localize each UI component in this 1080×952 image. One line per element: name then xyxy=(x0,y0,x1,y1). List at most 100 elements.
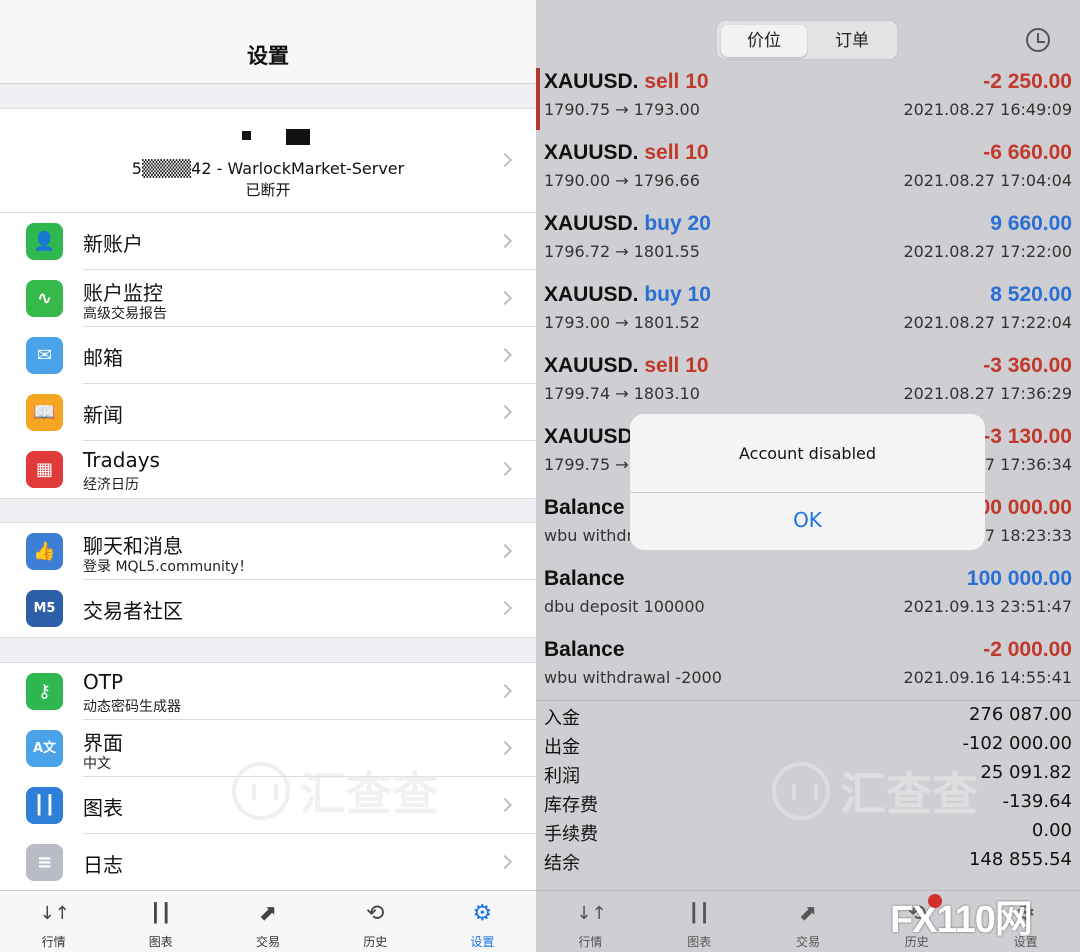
settings-screen: 设置 5▒▒▒▒42 - WarlockMarket-Server 已断开 👤 新… xyxy=(0,0,536,952)
deal-profit: -6 660.00 xyxy=(983,141,1072,164)
logo-dot xyxy=(928,894,942,908)
summary-label: 结余 xyxy=(544,853,580,874)
settings-icon: ⚙ xyxy=(472,901,493,926)
settings-item[interactable]: 👤 新账户 xyxy=(0,213,536,270)
log-icon: ≡ xyxy=(26,844,63,881)
watermark-logo-icon xyxy=(772,762,830,820)
chevron-right-icon xyxy=(497,797,513,813)
deal-row[interactable]: XAUUSD. sell 10 -2 250.00 1790.75 → 1793.0… xyxy=(536,68,1080,139)
deal-type: sell 10 xyxy=(644,70,709,93)
settings-item[interactable]: ∿ 账户监控 高级交易报告 xyxy=(0,270,536,327)
tab-quotes[interactable]: ↓↑ 行情 xyxy=(0,891,107,952)
history-icon: ⟲ xyxy=(365,901,385,926)
tab-trade[interactable]: ⬈ 交易 xyxy=(214,891,321,952)
deal-prices: dbu deposit 100000 xyxy=(544,597,705,616)
deal-prices: 1793.00 → 1801.52 xyxy=(544,313,700,332)
deal-row[interactable]: XAUUSD. sell 10 -3 360.00 1799.74 → 1803.1… xyxy=(536,352,1080,423)
chevron-right-icon xyxy=(497,404,513,420)
settings-item[interactable]: 👍 聊天和消息 登录 MQL5.community！ xyxy=(0,523,536,580)
settings-item[interactable]: M5 交易者社区 xyxy=(0,580,536,637)
deal-symbol: XAUUSD. buy 20 xyxy=(544,212,711,235)
deal-type: buy 10 xyxy=(644,283,711,306)
settings-group-2: 👍 聊天和消息 登录 MQL5.community！ M5 交易者社区 xyxy=(0,522,536,638)
segment-orders[interactable]: 订单 xyxy=(809,25,895,57)
settings-item-subtitle: 中文 xyxy=(83,756,111,772)
translate-icon: A文 xyxy=(26,730,63,767)
deal-profit: -3 360.00 xyxy=(983,354,1072,377)
deal-time: 2021.08.27 17:22:00 xyxy=(903,242,1072,261)
deal-symbol: XAUUSD. buy 10 xyxy=(544,283,711,306)
settings-item-label: 日志 xyxy=(83,853,123,877)
deal-profit: 100 000.00 xyxy=(966,567,1072,590)
deal-symbol: XAUUSD. sell 10 xyxy=(544,141,709,164)
summary-label: 出金 xyxy=(544,737,580,758)
summary-value: 0.00 xyxy=(1031,820,1072,841)
redaction-block xyxy=(286,129,310,145)
key-icon: ⚷ xyxy=(26,673,63,710)
deal-prices: 1799.75 → xyxy=(544,455,629,474)
account-row[interactable]: 5▒▒▒▒42 - WarlockMarket-Server 已断开 xyxy=(0,108,536,212)
summary-value: 276 087.00 xyxy=(968,704,1072,725)
mql5-icon: M5 xyxy=(26,590,63,627)
segmented-control: 价位 订单 xyxy=(716,20,898,60)
watermark-logo-icon xyxy=(232,762,290,820)
chevron-right-icon xyxy=(497,290,513,306)
deal-row[interactable]: XAUUSD. buy 10 8 520.00 1793.00 → 1801.52 2… xyxy=(536,281,1080,352)
deal-time: 2021.09.13 23:51:47 xyxy=(903,597,1072,616)
tab-trade[interactable]: ⬈ 交易 xyxy=(754,891,863,952)
settings-item[interactable]: ✉ 邮箱 xyxy=(0,327,536,384)
deal-profit: 9 660.00 xyxy=(990,212,1072,235)
deal-profit: -2 250.00 xyxy=(983,70,1072,93)
settings-item-label: 交易者社区 xyxy=(83,599,183,623)
summary-label: 手续费 xyxy=(544,824,598,845)
tab-settings[interactable]: ⚙ 设置 xyxy=(429,891,536,952)
tab-label: 历史 xyxy=(363,935,388,949)
tab-label: 交易 xyxy=(795,935,820,949)
trade-icon: ⬈ xyxy=(258,901,278,926)
chevron-right-icon xyxy=(497,543,513,559)
monitor-chart-icon: ∿ xyxy=(26,280,63,317)
deal-prices: 1799.74 → 1803.10 xyxy=(544,384,700,403)
quotes-icon: ↓↑ xyxy=(576,903,607,924)
summary-value: 148 855.54 xyxy=(968,849,1072,870)
settings-item[interactable]: ▦ Tradays 经济日历 xyxy=(0,441,536,498)
redaction-block xyxy=(242,131,251,140)
summary-value: -102 000.00 xyxy=(962,733,1072,754)
deal-row[interactable]: Balance -2 000.00 wbu withdrawal -2000 202… xyxy=(536,636,1080,707)
deal-profit: -3 130.00 xyxy=(983,425,1072,448)
settings-group-1: 👤 新账户 ∿ 账户监控 高级交易报告 ✉ 邮箱 📖 新闻 ▦ Tradays 经济日历 xyxy=(0,212,536,499)
segment-positions[interactable]: 价位 xyxy=(721,25,807,57)
account-server: 5▒▒▒▒42 - WarlockMarket-Server xyxy=(131,159,405,178)
deal-time: 2021.08.27 17:22:04 xyxy=(903,313,1072,332)
settings-item[interactable]: 📖 新闻 xyxy=(0,384,536,441)
book-icon: 📖 xyxy=(26,394,63,431)
deal-row[interactable]: Balance 100 000.00 dbu deposit 100000 2021… xyxy=(536,565,1080,636)
settings-item-subtitle: 经济日历 xyxy=(83,477,139,493)
alert-dialog: Account disabled OK xyxy=(630,414,985,550)
deal-symbol: XAUUSD. sell 10 xyxy=(544,70,709,93)
deal-row[interactable]: XAUUSD. buy 20 9 660.00 1796.72 → 1801.55 2… xyxy=(536,210,1080,281)
deal-type: buy 20 xyxy=(644,212,711,235)
settings-item[interactable]: ⚷ OTP 动态密码生成器 xyxy=(0,663,536,720)
tab-history[interactable]: ⟲ 历史 xyxy=(322,891,429,952)
tab-bar: ↓↑ 行情 ┃┃ 图表 ⬈ 交易 ⟲ 历史 ⚙ 设置 xyxy=(0,890,536,952)
summary-row: 入金 276 087.00 xyxy=(536,701,1080,730)
settings-item-label: OTP xyxy=(83,670,124,694)
tab-quotes[interactable]: ↓↑ 行情 xyxy=(536,891,645,952)
deal-row[interactable]: XAUUSD. sell 10 -6 660.00 1790.00 → 1796.6… xyxy=(536,139,1080,210)
deal-symbol: Balance xyxy=(544,567,625,590)
deal-prices: 1790.00 → 1796.66 xyxy=(544,171,700,190)
deal-prices: wbu withdrawal -2000 xyxy=(544,668,722,687)
summary-label: 入金 xyxy=(544,708,580,729)
chevron-right-icon xyxy=(497,347,513,363)
tab-charts[interactable]: ┃┃ 图表 xyxy=(107,891,214,952)
deal-time: 2021.08.27 17:36:29 xyxy=(903,384,1072,403)
deal-symbol: Balance xyxy=(544,496,625,519)
settings-item[interactable]: ≡ 日志 xyxy=(0,834,536,891)
trade-icon: ⬈ xyxy=(798,901,818,926)
clock-icon[interactable] xyxy=(1026,28,1050,52)
summary-value: 25 091.82 xyxy=(980,762,1072,783)
settings-item-label: 界面 xyxy=(83,731,123,755)
tab-charts[interactable]: ┃┃ 图表 xyxy=(645,891,754,952)
ok-button[interactable]: OK xyxy=(630,508,985,532)
